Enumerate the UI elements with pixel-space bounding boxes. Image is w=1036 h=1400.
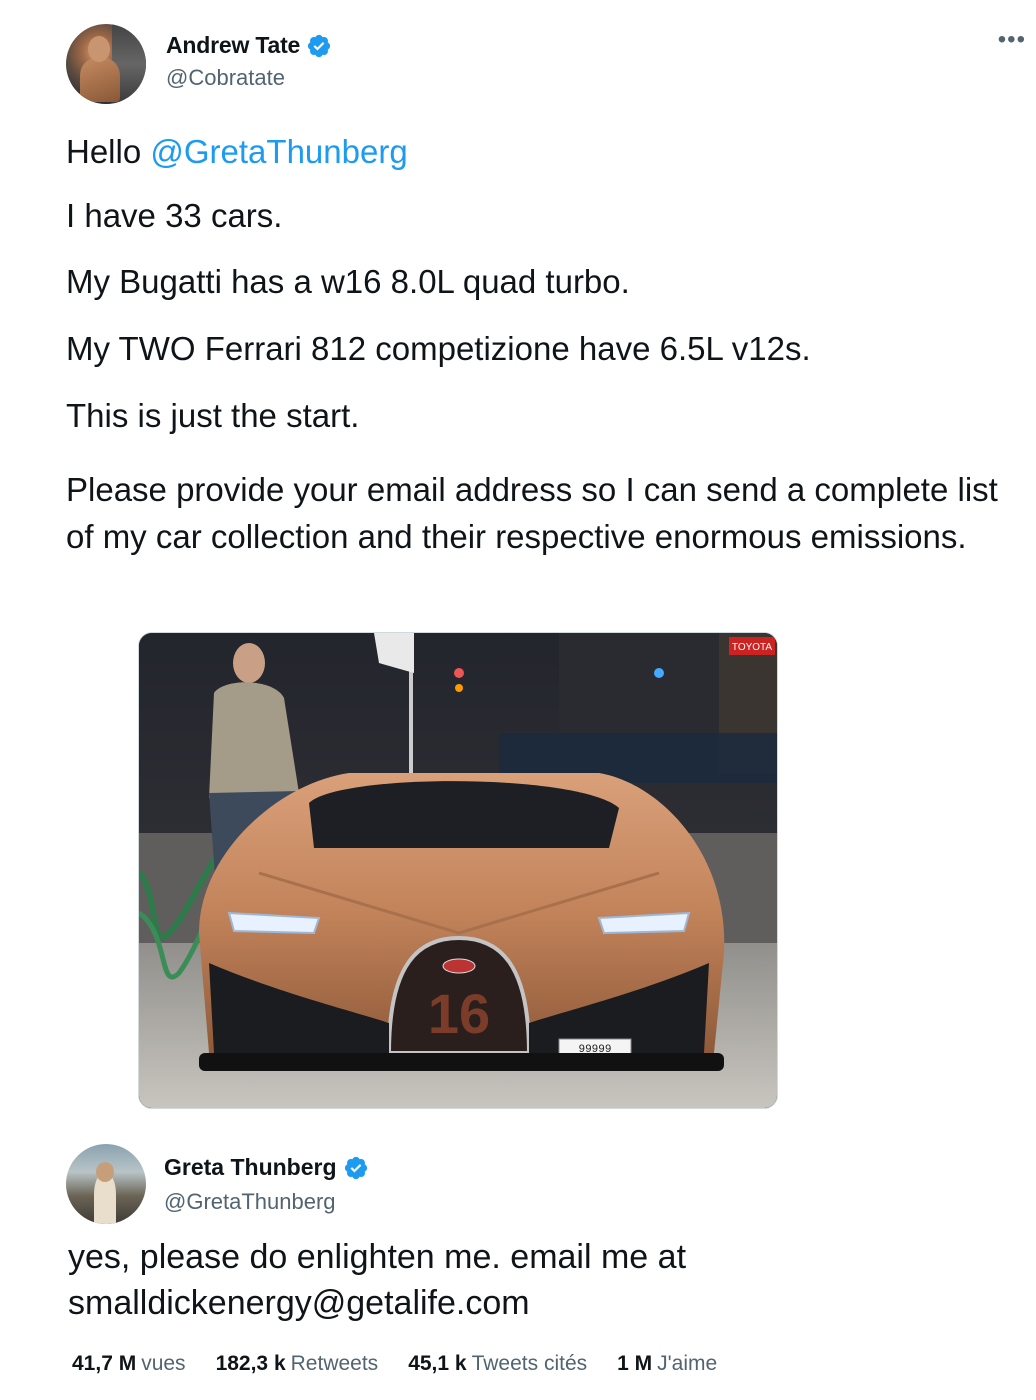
engagement-stats: 41,7 Mvues 182,3 k Retweets 45,1 k Tweets …: [72, 1352, 717, 1376]
retweets-label: Retweets: [290, 1352, 379, 1375]
author-names: Andrew Tate @Cobratate: [166, 32, 332, 91]
quote-text: yes, please do enlighten me. email me at…: [68, 1238, 687, 1322]
verified-badge-icon: [308, 34, 331, 57]
quote-names: Greta Thunberg @GretaThunberg: [164, 1154, 369, 1215]
likes-count: 1 M: [617, 1352, 653, 1375]
views-stat[interactable]: 41,7 Mvues: [72, 1352, 186, 1376]
quote-display-name-text[interactable]: Greta Thunberg: [164, 1154, 337, 1181]
quote-tweets-count: 45,1 k: [408, 1352, 467, 1375]
tweet-line: My TWO Ferrari 812 competizione have 6.5…: [66, 330, 811, 367]
tweet-media-image[interactable]: TOYOTA 16 99999: [138, 632, 778, 1109]
mention-link[interactable]: @GretaThunberg: [150, 133, 407, 170]
more-horizontal-icon[interactable]: •••: [998, 28, 1026, 52]
greeting-text: Hello: [66, 133, 151, 170]
quote-header: Greta Thunberg @GretaThunberg: [66, 1144, 766, 1224]
quote-tweets-stat[interactable]: 45,1 k Tweets cités: [408, 1352, 587, 1376]
author-avatar[interactable]: [66, 24, 146, 104]
views-count: 41,7 M: [72, 1352, 137, 1375]
toyota-sign: TOYOTA: [732, 642, 773, 653]
quote-display-name[interactable]: Greta Thunberg: [164, 1154, 369, 1181]
retweets-count: 182,3 k: [215, 1352, 286, 1375]
tweet-line: Please provide your email address so I c…: [66, 471, 998, 555]
verified-badge-icon: [344, 1156, 367, 1179]
bugatti-photo: TOYOTA 16 99999: [139, 633, 777, 1108]
author-display-name-text[interactable]: Andrew Tate: [166, 32, 300, 59]
retweets-stat[interactable]: 182,3 k Retweets: [216, 1352, 379, 1376]
likes-label: J'aime: [657, 1352, 718, 1375]
views-label: vues: [141, 1352, 186, 1375]
tweet-line-greeting: Hello @GretaThunberg: [66, 132, 1006, 172]
likes-stat[interactable]: 1 M J'aime: [617, 1352, 717, 1376]
tweet-line: I have 33 cars.: [66, 197, 283, 234]
quote-handle[interactable]: @GretaThunberg: [164, 1189, 369, 1215]
tweet-line: My Bugatti has a w16 8.0L quad turbo.: [66, 263, 630, 300]
quote-avatar[interactable]: [66, 1144, 146, 1224]
tweet-body: Hello @GretaThunberg I have 33 cars. My …: [66, 132, 1006, 560]
tweet-header: Andrew Tate @Cobratate •••: [66, 24, 1026, 106]
author-display-name[interactable]: Andrew Tate: [166, 32, 332, 59]
quote-tweets-label: Tweets cités: [471, 1352, 588, 1375]
grille-number: 16: [428, 982, 490, 1045]
author-handle[interactable]: @Cobratate: [166, 65, 332, 91]
tweet-line: This is just the start.: [66, 397, 360, 434]
